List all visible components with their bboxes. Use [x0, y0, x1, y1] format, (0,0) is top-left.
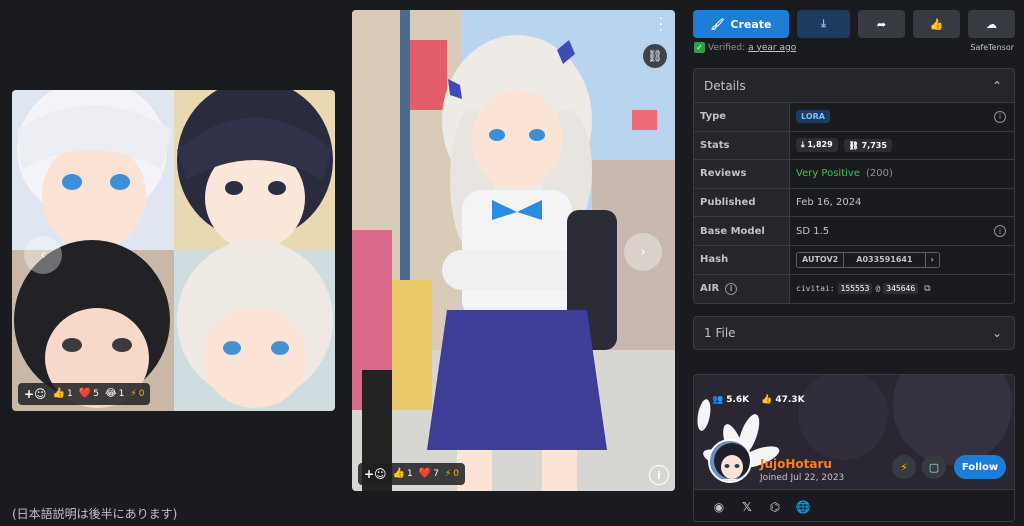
followers-stat: 👥 5.6K: [712, 395, 750, 405]
likes-stat: 👍 47.3K: [761, 395, 805, 405]
chevron-right-icon: ›: [640, 244, 646, 260]
lightning-icon: ⚡: [900, 460, 908, 474]
cloud-upload-icon: ☁: [986, 17, 997, 31]
thumbs-up-icon: 👍: [392, 468, 406, 479]
detail-row-type: Type LORA i: [694, 103, 1014, 132]
detail-row-published: Published Feb 16, 2024: [694, 188, 1014, 218]
reactions-bar: +☺ 👍 1 ❤️ 7 ⚡ 0: [358, 463, 466, 485]
heart-reaction[interactable]: ❤️ 7: [418, 468, 439, 480]
details-accordion-header[interactable]: Details ⌃: [694, 69, 1014, 103]
downloads-stat: ⤓ 1,829: [796, 138, 838, 153]
image-info-icon[interactable]: i: [649, 465, 669, 485]
download-button[interactable]: ⤓: [797, 10, 850, 38]
thumbs-up-icon: 👍: [761, 395, 773, 405]
review-count: (200): [865, 168, 893, 180]
thumbs-up-icon: 👍: [52, 388, 66, 399]
copy-icon[interactable]: ⧉: [924, 284, 930, 294]
creator-name[interactable]: JujoHotaru: [760, 457, 832, 471]
cloud-upload-button[interactable]: ☁: [968, 10, 1015, 38]
air-identifier[interactable]: civitai: 155553 @ 345646: [796, 283, 919, 295]
carousel-prev-button[interactable]: ‹: [24, 236, 62, 274]
chevron-up-icon: ⌃: [991, 78, 1002, 93]
hash-algo: AUTOV2: [797, 252, 845, 267]
heart-icon: ❤️: [418, 468, 432, 479]
lightning-icon: ⚡: [130, 389, 137, 399]
chevron-left-icon: ‹: [40, 247, 46, 263]
share-icon: ➦: [876, 17, 887, 31]
heart-icon: ❤️: [78, 388, 92, 399]
action-buttons: 🖌 Create ⤓ ➦ 👍 ☁: [693, 10, 1015, 38]
like-reaction[interactable]: 👍 1: [52, 388, 73, 400]
follow-button[interactable]: Follow: [954, 455, 1006, 479]
buzz-tip[interactable]: ⚡ 0: [445, 469, 459, 479]
type-badge: LORA: [796, 110, 830, 124]
carousel-next-button[interactable]: ›: [624, 233, 662, 271]
detail-row-hash: Hash AUTOV2 A033591641 ›: [694, 245, 1014, 275]
like-button[interactable]: 👍: [913, 10, 960, 38]
laugh-reaction[interactable]: 😂 1: [104, 388, 124, 400]
verified-check-icon: ✓: [694, 42, 705, 53]
detail-row-base-model: Base Model SD 1.5 i: [694, 217, 1014, 246]
more-options-icon[interactable]: · · ·: [659, 12, 663, 38]
details-panel: Details ⌃ Type LORA i Stats ⤓ 1,829 ⛓ 7,…: [693, 68, 1015, 304]
link-icon: ⛓: [848, 140, 859, 150]
hash-value: A033591641: [844, 252, 926, 267]
creator-socials: ◉ 𝕏 ⌬ 🌐: [694, 489, 1014, 521]
info-icon[interactable]: i: [994, 225, 1006, 238]
discord-icon[interactable]: ◉: [712, 500, 726, 514]
chevron-down-icon: ⌄: [991, 326, 1002, 340]
heart-reaction[interactable]: ❤️ 5: [78, 388, 99, 400]
message-button[interactable]: ▢: [922, 455, 946, 479]
like-reaction[interactable]: 👍 1: [392, 468, 413, 480]
info-icon[interactable]: i: [725, 282, 738, 295]
published-date: Feb 16, 2024: [796, 197, 862, 209]
detail-row-reviews: Reviews Very Positive (200): [694, 160, 1014, 189]
model-description: (日本語説明は後半にあります): [12, 507, 178, 521]
buzz-tip[interactable]: ⚡ 0: [130, 389, 144, 399]
laugh-icon: 😂: [104, 388, 117, 399]
avatar[interactable]: [708, 439, 752, 483]
download-icon: ⤓: [801, 140, 805, 150]
chat-icon: ▢: [928, 460, 940, 474]
creator-card: 👥 5.6K 👍 47.3K JujoHotaru Joined Jul 22, 2…: [693, 374, 1015, 522]
detail-row-stats: Stats ⤓ 1,829 ⛓ 7,735: [694, 131, 1014, 161]
info-icon[interactable]: i: [994, 110, 1006, 123]
lightning-icon: ⚡: [444, 469, 452, 479]
remix-link-icon[interactable]: ⛓: [643, 44, 667, 68]
chevron-right-icon: ›: [930, 255, 934, 265]
x-twitter-icon[interactable]: 𝕏: [740, 500, 754, 514]
tip-buzz-button[interactable]: ⚡: [892, 455, 916, 479]
create-button[interactable]: 🖌 Create: [693, 10, 789, 38]
add-reaction-button[interactable]: +☺: [364, 467, 387, 481]
verified-status: ✓ Verified: a year ago: [694, 42, 796, 53]
reactions-bar: +☺ 👍 1 ❤️ 5 😂 1 ⚡ 0: [18, 383, 151, 405]
globe-icon[interactable]: 🌐: [796, 500, 811, 514]
safetensor-label: SafeTensor: [970, 43, 1014, 52]
review-rating-link[interactable]: Very Positive: [796, 168, 860, 179]
generations-stat: ⛓ 7,735: [843, 138, 892, 152]
base-model-value: SD 1.5: [796, 225, 830, 237]
creator-joined: Joined Jul 22, 2023: [760, 473, 845, 483]
users-icon: 👥: [712, 395, 724, 405]
download-icon: ⤓: [821, 17, 826, 30]
verified-time-link[interactable]: a year ago: [748, 43, 796, 53]
creator-stats: 👥 5.6K 👍 47.3K: [712, 395, 805, 405]
add-reaction-button[interactable]: +☺: [24, 387, 47, 401]
share-button[interactable]: ➦: [858, 10, 905, 38]
hash-selector[interactable]: AUTOV2 A033591641 ›: [796, 251, 940, 268]
github-icon[interactable]: ⌬: [768, 500, 782, 514]
brush-icon: 🖌: [710, 17, 725, 31]
thumbs-up-icon: 👍: [929, 17, 944, 31]
detail-row-air: AIR i civitai: 155553 @ 345646 ⧉: [694, 274, 1014, 303]
files-accordion[interactable]: 1 File ⌄: [693, 316, 1015, 350]
